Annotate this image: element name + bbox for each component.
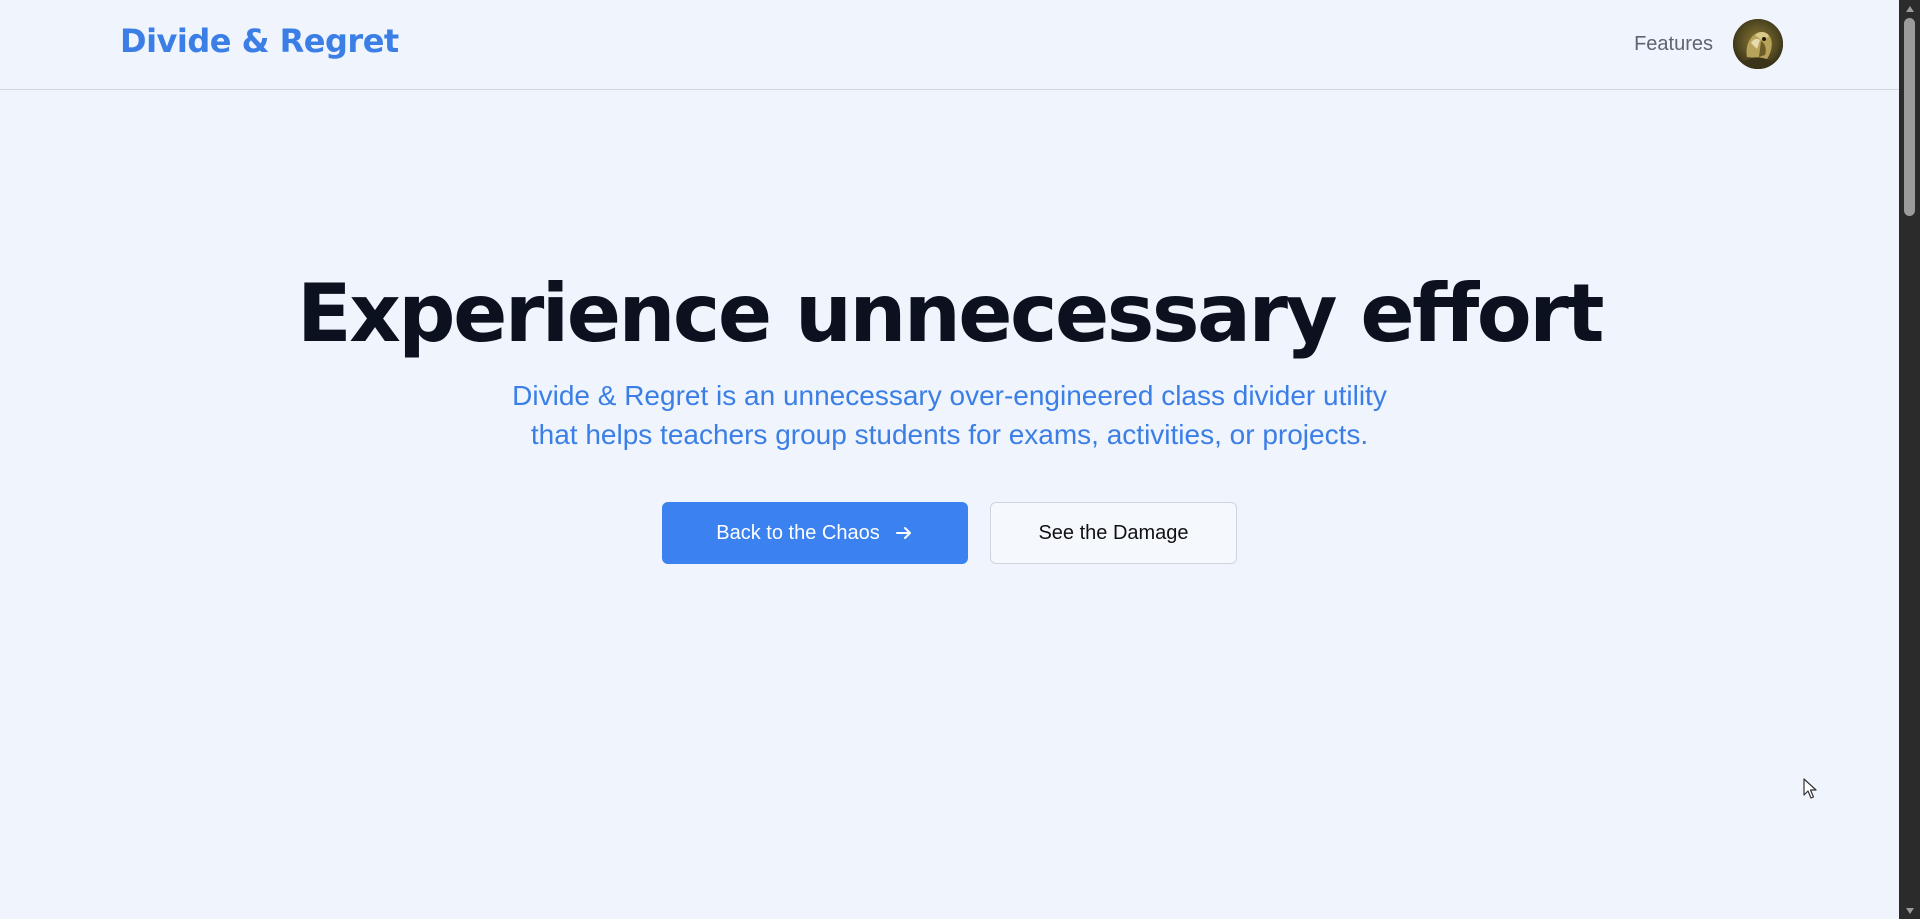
scrollbar-thumb[interactable]: [1904, 18, 1915, 216]
viewport: Divide & Regret Features Experience unne…: [0, 0, 1899, 919]
nav-link-features[interactable]: Features: [1634, 33, 1713, 56]
scroll-down-arrow-icon[interactable]: [1899, 902, 1920, 919]
scroll-up-arrow-icon[interactable]: [1899, 0, 1920, 17]
see-the-damage-button[interactable]: See the Damage: [990, 502, 1237, 564]
cta-row: Back to the Chaos See the Damage: [0, 502, 1899, 564]
arrow-right-icon: [894, 523, 914, 543]
page: Divide & Regret Features Experience unne…: [0, 0, 1920, 919]
back-to-chaos-button[interactable]: Back to the Chaos: [662, 502, 968, 564]
brand-logo[interactable]: Divide & Regret: [120, 22, 399, 60]
see-the-damage-label: See the Damage: [1038, 521, 1189, 544]
user-avatar[interactable]: [1733, 19, 1783, 69]
navbar: Divide & Regret Features: [0, 0, 1899, 90]
hero-subtitle: Divide & Regret is an unnecessary over-e…: [512, 380, 1387, 450]
avatar-image: [1733, 19, 1783, 69]
hero-title: Experience unnecessary effort: [297, 267, 1604, 360]
hero-section: Experience unnecessary effort Divide & R…: [0, 262, 1899, 564]
vertical-scrollbar[interactable]: [1899, 0, 1920, 919]
mouse-cursor-icon: [1803, 778, 1817, 799]
back-to-chaos-label: Back to the Chaos: [716, 521, 880, 544]
nav-right: Features: [1634, 19, 1783, 69]
